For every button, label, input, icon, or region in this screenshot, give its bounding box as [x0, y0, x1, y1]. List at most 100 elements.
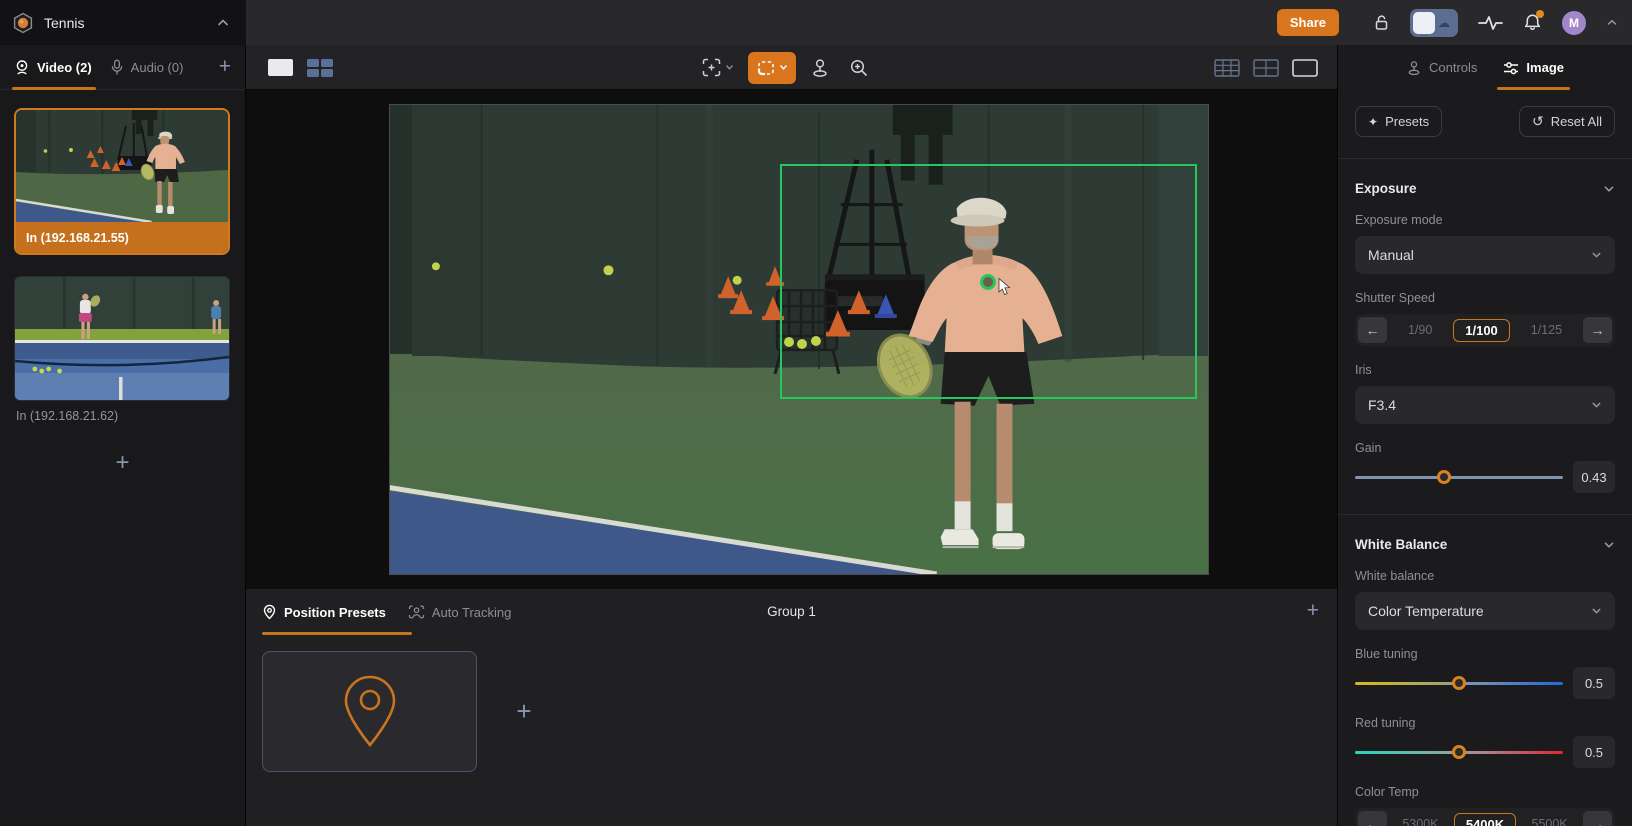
blue-tuning-slider[interactable] [1355, 667, 1563, 699]
frame-target-button[interactable] [696, 52, 739, 83]
exposure-mode-label: Exposure mode [1355, 213, 1443, 227]
iris-select[interactable]: F3.4 [1355, 386, 1615, 424]
preset-placeholder-card[interactable] [262, 651, 477, 772]
gain-slider-track [1355, 475, 1563, 479]
unlock-icon[interactable] [1373, 14, 1390, 31]
white-balance-section-title: White Balance [1355, 537, 1448, 552]
selection-tool-button[interactable] [748, 51, 796, 84]
shutter-prev-button[interactable]: ← [1358, 317, 1387, 343]
image-settings: ✦ Presets ↺ Reset All Exposure Exposure … [1338, 90, 1632, 826]
tab-image-label: Image [1526, 60, 1564, 75]
tab-controls[interactable]: Controls [1406, 45, 1477, 90]
add-source-button[interactable]: + [219, 55, 231, 79]
source-list: In (192.168.21.55) In (192.168.21.62) + [0, 90, 245, 477]
tab-auto-tracking-label: Auto Tracking [431, 604, 512, 620]
gain-slider[interactable] [1355, 461, 1563, 493]
source-label-2: In (192.168.21.62) [16, 409, 119, 423]
tab-position-presets-label: Position Presets [284, 604, 386, 620]
shutter-current-value[interactable]: 1/100 [1453, 318, 1510, 342]
tab-audio-label: Audio (0) [130, 59, 184, 75]
add-group-button[interactable]: + [1307, 599, 1319, 623]
tab-audio[interactable]: Audio (0) [110, 59, 184, 75]
magnifier-plus-icon [850, 59, 867, 76]
thumbnail-1-preview [16, 110, 228, 222]
shutter-next-value[interactable]: 1/125 [1531, 323, 1562, 337]
cloud-sync-toggle[interactable]: ☁ [1410, 8, 1458, 37]
zoom-in-button[interactable] [844, 53, 874, 83]
exposure-section-title: Exposure [1355, 181, 1417, 196]
joystick-control-button[interactable] [805, 53, 835, 83]
color-temp-prev-value[interactable]: 5300K [1402, 817, 1438, 826]
collapse-project-chevron-icon[interactable] [216, 16, 230, 29]
shutter-next-button[interactable]: → [1582, 317, 1612, 343]
chevron-down-icon [1604, 185, 1614, 192]
presets-button[interactable]: ✦ Presets [1355, 106, 1443, 137]
reset-all-button[interactable]: ↺ Reset All [1518, 106, 1615, 137]
user-menu-chevron-icon[interactable] [1606, 17, 1618, 28]
tab-auto-tracking[interactable]: Auto Tracking [408, 604, 512, 620]
notifications-button[interactable] [1523, 10, 1544, 32]
iris-label: Iris [1355, 363, 1372, 377]
reset-all-button-label: Reset All [1550, 114, 1602, 129]
frame-target-icon [702, 58, 721, 77]
video-source-thumbnail-1[interactable]: In (192.168.21.55) [14, 108, 230, 255]
user-avatar[interactable]: M [1562, 10, 1586, 35]
shutter-prev-value[interactable]: 1/90 [1408, 323, 1432, 337]
color-temp-next-value[interactable]: 5500K [1532, 817, 1568, 826]
microphone-icon [111, 59, 122, 75]
tab-position-presets[interactable]: Position Presets [262, 604, 386, 620]
white-balance-section-header[interactable]: White Balance [1355, 537, 1615, 552]
blue-tuning-handle[interactable] [1452, 676, 1466, 690]
share-button[interactable]: Share [1276, 9, 1339, 36]
stage-toolbar [246, 45, 1337, 90]
color-temp-next-button[interactable]: → [1583, 811, 1612, 826]
video-stage [246, 90, 1337, 588]
red-tuning-handle[interactable] [1452, 745, 1466, 759]
tracking-target[interactable] [980, 274, 996, 290]
white-balance-select[interactable]: Color Temperature [1355, 592, 1615, 630]
quad-view-button[interactable] [307, 58, 333, 77]
color-temp-prev-button[interactable]: ← [1358, 811, 1387, 826]
red-tuning-slider[interactable] [1355, 736, 1563, 768]
top-bar-actions: Share ☁ M [246, 0, 1632, 45]
single-view-button[interactable] [268, 59, 293, 76]
top-bar: Tennis Share ☁ M [0, 0, 1632, 45]
grid-2x2-overlay-button[interactable] [1253, 58, 1279, 77]
chevron-down-icon [1592, 402, 1601, 408]
source-label-1: In (192.168.21.55) [16, 222, 228, 253]
grid-3x3-overlay-button[interactable] [1214, 58, 1240, 77]
mouse-cursor-icon [998, 278, 1011, 296]
video-tab-underline [12, 87, 96, 90]
chevron-down-icon [1592, 252, 1601, 258]
app-logo-icon [12, 12, 34, 34]
presets-panel: Position Presets Auto Tracking Group 1 +… [246, 588, 1337, 826]
sources-sidebar: Video (2) Audio (0) + In (192.168.21.55)… [0, 45, 246, 826]
gain-value: 0.43 [1573, 461, 1615, 493]
gain-slider-handle[interactable] [1437, 470, 1452, 484]
image-sliders-icon [1504, 61, 1519, 74]
controls-joystick-icon [1408, 60, 1420, 75]
grid-off-overlay-button[interactable] [1292, 58, 1318, 77]
color-temp-current-value[interactable]: 5400K [1453, 812, 1517, 826]
color-temp-label: Color Temp [1355, 785, 1419, 799]
cloud-icon: ☁ [1438, 15, 1450, 30]
camera-settings-panel: Controls Image ✦ Presets ↺ Reset All Exp… [1337, 45, 1632, 826]
video-preview[interactable] [389, 104, 1209, 575]
add-preset-button[interactable]: + [494, 651, 554, 772]
exposure-section-header[interactable]: Exposure [1355, 181, 1615, 196]
activity-icon[interactable] [1478, 15, 1503, 31]
divider [1338, 514, 1632, 515]
presets-panel-tabs: Position Presets Auto Tracking [246, 589, 1337, 635]
exposure-mode-select[interactable]: Manual [1355, 236, 1615, 274]
video-source-thumbnail-2[interactable] [14, 276, 230, 401]
add-video-button[interactable]: + [14, 449, 231, 477]
tab-image[interactable]: Image [1497, 45, 1570, 90]
main-area: Position Presets Auto Tracking Group 1 +… [246, 45, 1337, 826]
white-balance-value: Color Temperature [1368, 603, 1484, 619]
iris-value: F3.4 [1368, 397, 1397, 413]
blue-tuning-value: 0.5 [1573, 667, 1615, 699]
auto-tracking-icon [408, 605, 425, 618]
tab-video[interactable]: Video (2) [14, 59, 92, 75]
shutter-speed-stepper: ← 1/90 1/100 1/125 → [1355, 314, 1615, 346]
tab-controls-label: Controls [1429, 60, 1478, 75]
